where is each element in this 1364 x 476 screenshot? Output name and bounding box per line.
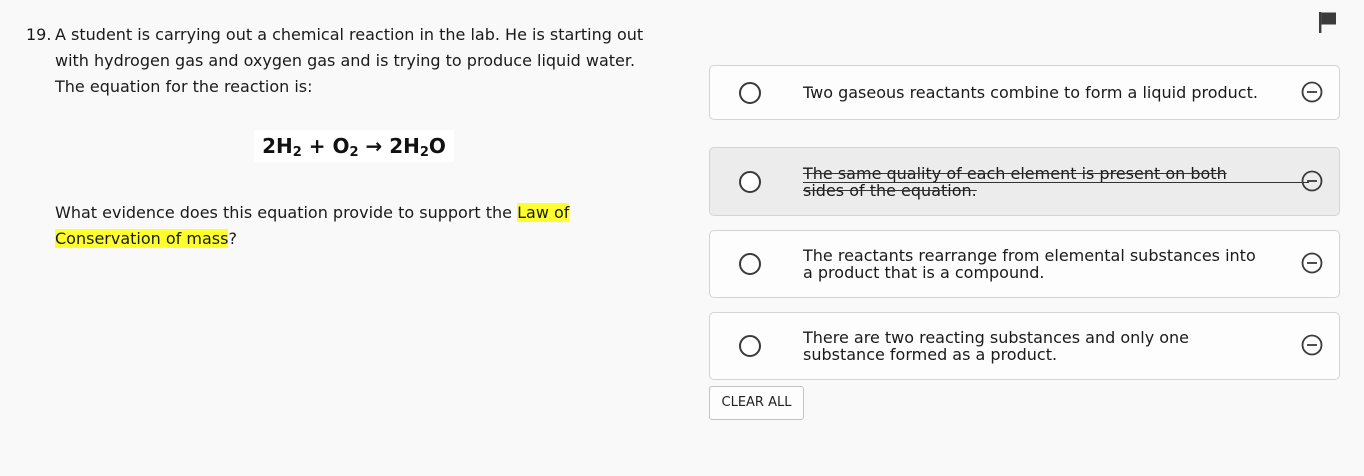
minus-circle-icon[interactable] — [1301, 334, 1323, 356]
chemical-equation: 2H2 + O2 → 2H2O — [254, 130, 454, 162]
minus-circle-icon[interactable] — [1301, 81, 1323, 103]
question-text-line-2: with hydrogen gas and oxygen gas and is … — [55, 51, 636, 70]
answer-choices: Two gaseous reactants combine to form a … — [709, 65, 1340, 394]
minus-circle-icon[interactable] — [1301, 252, 1323, 274]
minus-circle-icon[interactable] — [1301, 170, 1323, 192]
flag-icon[interactable] — [1318, 11, 1338, 33]
question-stem: 19. A student is carrying out a chemical… — [26, 22, 646, 100]
radio-icon[interactable] — [739, 253, 761, 275]
question-prompt: What evidence does this equation provide… — [55, 203, 570, 248]
answer-choice-d[interactable]: There are two reacting substances and on… — [709, 312, 1340, 380]
radio-icon[interactable] — [739, 81, 761, 104]
answer-text: Two gaseous reactants combine to form a … — [803, 83, 1258, 102]
answer-text: There are two reacting substances and on… — [803, 328, 1190, 364]
answer-choice-a[interactable]: Two gaseous reactants combine to form a … — [709, 65, 1340, 120]
answer-choice-b[interactable]: The same quality of each element is pres… — [709, 147, 1340, 216]
highlighted-text: Conservation of mass — [55, 229, 229, 248]
clear-all-button[interactable]: CLEAR ALL — [709, 386, 804, 420]
highlighted-text: Law of — [517, 203, 570, 222]
answer-choice-c[interactable]: The reactants rearrange from elemental s… — [709, 230, 1340, 298]
strike-through-line — [803, 181, 1309, 183]
radio-icon[interactable] — [739, 335, 761, 357]
question-number: 19. — [26, 25, 52, 44]
radio-icon[interactable] — [739, 170, 761, 193]
answer-text: The reactants rearrange from elemental s… — [803, 246, 1256, 282]
question-text-line-3: The equation for the reaction is: — [55, 77, 313, 96]
question-text-line-1: A student is carrying out a chemical rea… — [55, 25, 644, 44]
question-line: 19. A student is carrying out a chemical… — [26, 22, 646, 48]
